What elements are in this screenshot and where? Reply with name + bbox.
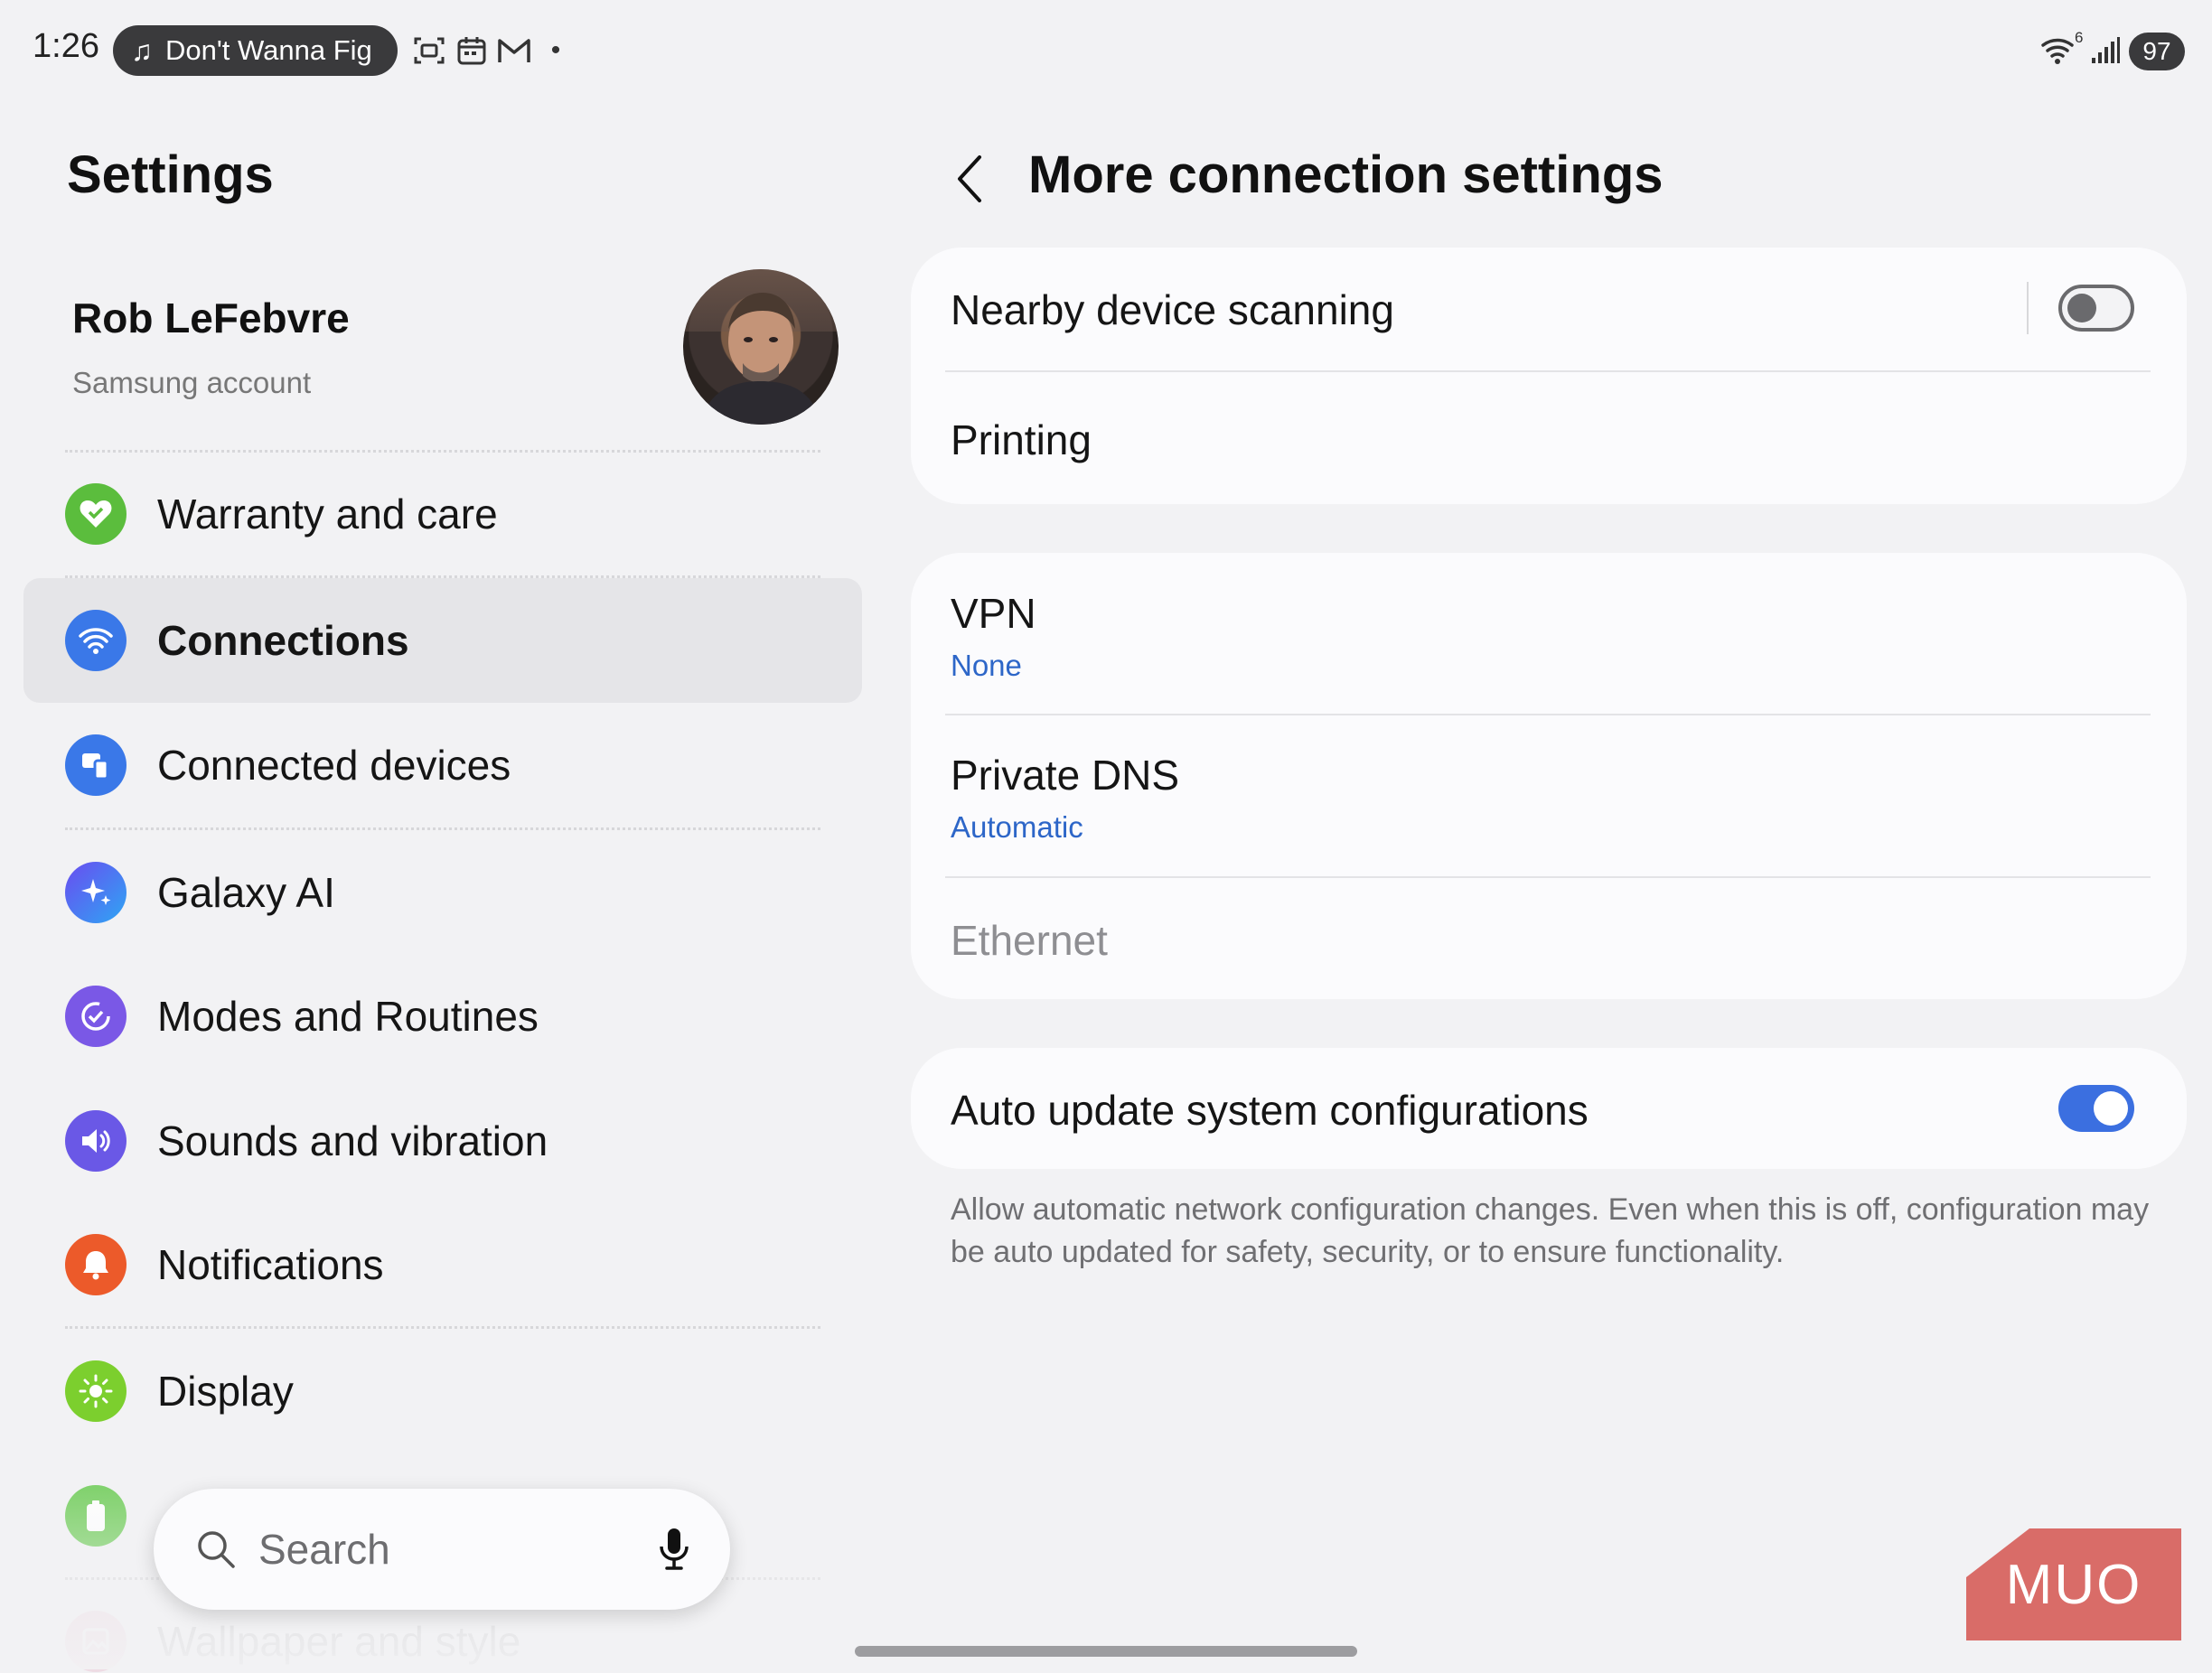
menu-item-notifications[interactable]: Notifications [65,1233,384,1296]
divider [65,1326,820,1329]
home-indicator[interactable] [855,1646,1357,1657]
media-track-title: Don't Wanna Fig [165,34,372,66]
menu-item-wallpaper-and-style[interactable]: Wallpaper and style [65,1610,520,1673]
private-dns-label: Private DNS [951,752,1180,799]
battery-indicator: 97 [2129,33,2185,70]
calendar-icon [454,33,490,69]
search-bar[interactable]: Search [154,1489,730,1610]
row-vpn[interactable] [911,553,2187,714]
menu-item-connected-devices[interactable]: Connected devices [65,734,511,797]
search-input[interactable]: Search [258,1525,658,1574]
menu-label: Wallpaper and style [157,1618,521,1665]
avatar[interactable] [683,269,839,425]
screenshot-icon [411,33,447,69]
private-dns-value: Automatic [951,810,1083,844]
wallpaper-icon [65,1611,127,1672]
vpn-value: None [951,649,1022,682]
row-divider [945,876,2151,878]
battery-icon [65,1485,127,1547]
menu-label: Connections [157,617,409,664]
search-icon [195,1528,237,1570]
wifi-badge: 6 [2075,29,2084,46]
more-notifications-dot: • [550,35,561,65]
sun-icon [65,1360,127,1422]
auto-update-description: Allow automatic network configuration ch… [951,1192,2150,1269]
menu-label: Connected devices [157,742,511,789]
nearby-scanning-toggle[interactable] [2058,285,2134,332]
menu-item-galaxy-ai[interactable]: Galaxy AI [65,861,335,924]
menu-label: Notifications [157,1241,384,1288]
microphone-icon[interactable] [658,1527,690,1572]
settings-title: Settings [67,145,274,204]
profile-name: Rob LeFebvre [72,294,350,341]
menu-label: Galaxy AI [157,869,335,916]
auto-update-toggle[interactable] [2058,1085,2134,1132]
bell-icon [65,1234,127,1295]
gmail-icon [495,33,533,69]
check-circle-icon [65,986,127,1047]
divider [65,450,820,453]
wifi-status-icon: 6 [2039,29,2083,69]
menu-item-sounds-and-vibration[interactable]: Sounds and vibration [65,1109,548,1173]
page-title: More connection settings [1028,145,1664,204]
wifi-icon [65,610,127,671]
menu-item-display[interactable]: Display [65,1360,294,1423]
menu-label: Sounds and vibration [157,1117,548,1164]
menu-item-connections[interactable]: Connections [65,609,409,672]
row-separator-vertical [2027,282,2029,334]
chevron-left-icon [954,154,985,204]
muo-watermark-logo: MUO [1966,1528,2181,1640]
back-button[interactable] [947,150,992,208]
menu-item-modes-and-routines[interactable]: Modes and Routines [65,985,539,1048]
heart-icon [65,483,127,545]
menu-item-battery[interactable] [65,1484,157,1547]
divider [65,827,820,830]
nearby-device-scanning-label: Nearby device scanning [951,286,1394,333]
printing-label: Printing [951,416,1092,463]
sparkle-icon [65,862,127,923]
signal-icon [2087,33,2123,69]
profile-subtitle: Samsung account [72,366,312,399]
ethernet-label: Ethernet [951,917,1108,964]
vpn-label: VPN [951,590,1036,637]
menu-item-warranty-and-care[interactable]: Warranty and care [65,482,498,546]
auto-update-label: Auto update system configurations [951,1087,1589,1134]
devices-icon [65,734,127,796]
media-chip[interactable]: ♫ Don't Wanna Fig [113,25,398,76]
menu-label: Warranty and care [157,491,498,537]
status-time: 1:26 [33,27,99,65]
speaker-icon [65,1110,127,1172]
menu-label: Display [157,1368,294,1415]
music-note-icon: ♫ [131,33,153,67]
menu-label: Modes and Routines [157,993,539,1040]
row-printing[interactable] [911,372,2187,504]
